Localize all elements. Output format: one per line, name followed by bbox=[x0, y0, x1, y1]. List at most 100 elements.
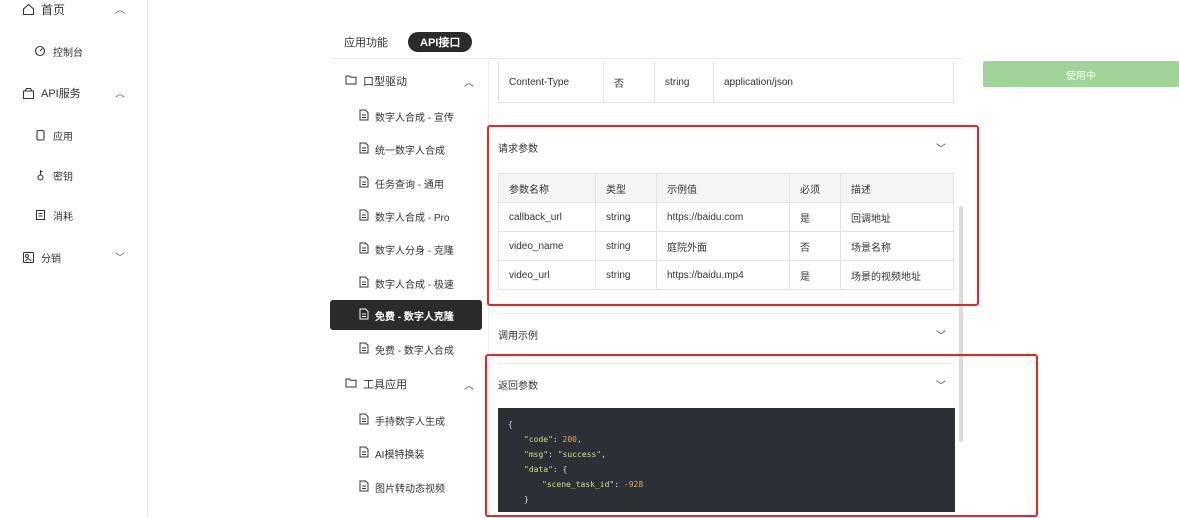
code-line: "code": 200, bbox=[524, 435, 582, 444]
nav-item-label: 数字人合成 - 宣传 bbox=[375, 112, 454, 124]
sidebar-item-label: 密钥 bbox=[53, 171, 73, 183]
nav-item-ai-outfit[interactable]: AI模特换装 bbox=[330, 438, 488, 468]
nav-item-free-clone[interactable]: 免费 - 数字人克隆 bbox=[330, 300, 482, 330]
column-header: 类型 bbox=[595, 173, 657, 203]
nav-group-tools[interactable]: 工具应用 ︿ bbox=[330, 371, 488, 397]
table-cell: video_url bbox=[498, 260, 596, 290]
document-icon bbox=[359, 446, 369, 461]
nav-item-label: 数字人合成 - 极速 bbox=[375, 279, 454, 291]
document-icon bbox=[359, 142, 369, 157]
nav-item-label: 统一数字人合成 bbox=[375, 145, 445, 157]
sidebar-item-key[interactable]: 密钥 bbox=[0, 163, 147, 187]
nav-item-image-to-video[interactable]: 图片转动态视频 bbox=[330, 472, 488, 502]
tab-app-functions[interactable]: 应用功能 bbox=[330, 32, 400, 52]
document-icon bbox=[359, 176, 369, 191]
document-icon bbox=[359, 209, 369, 224]
sidebar-item-api-service[interactable]: API服务 ︿ bbox=[0, 81, 147, 105]
sidebar-item-label: 应用 bbox=[53, 131, 73, 143]
header-params-table: Content-Type 否 string application/json bbox=[498, 62, 954, 103]
chevron-down-icon[interactable]: ﹀ bbox=[936, 140, 946, 155]
table-cell-link[interactable]: https://baidu.mp4 bbox=[656, 260, 790, 290]
tab-api[interactable]: API接口 bbox=[408, 32, 473, 52]
nav-item-promo-synthesis[interactable]: 数字人合成 - 宣传 bbox=[330, 101, 488, 131]
sidebar-item-label: API服务 bbox=[41, 88, 81, 100]
code-line: "data": { bbox=[524, 465, 568, 474]
document-icon bbox=[359, 480, 369, 495]
table-cell: video_name bbox=[498, 231, 596, 261]
table-cell: string bbox=[595, 202, 657, 232]
table-cell: application/json bbox=[713, 62, 954, 103]
code-line: { bbox=[508, 420, 513, 429]
nav-item-label: 数字人合成 - Pro bbox=[375, 212, 450, 224]
table-cell: 是 bbox=[789, 202, 841, 232]
document-icon bbox=[359, 242, 369, 257]
nav-item-label: 免费 - 数字人合成 bbox=[375, 345, 454, 357]
api-doc-content: Content-Type 否 string application/json 请… bbox=[490, 62, 962, 518]
divider bbox=[330, 58, 962, 59]
sidebar-item-distribution[interactable]: 分销 ﹀ bbox=[0, 245, 147, 269]
document-icon bbox=[359, 342, 369, 357]
response-code-block: { "code": 200, "msg": "success", "data":… bbox=[498, 408, 955, 512]
document-icon bbox=[359, 109, 369, 124]
table-row: video_name string 庭院外面 否 场景名称 bbox=[498, 231, 954, 261]
folder-icon bbox=[345, 74, 357, 88]
chevron-up-icon[interactable]: ︿ bbox=[115, 85, 125, 100]
sidebar-item-label: 首页 bbox=[41, 2, 66, 17]
section-call-example[interactable]: 调用示例 ﹀ bbox=[498, 313, 954, 354]
request-params-table: 参数名称 类型 示例值 必须 描述 callback_url string ht… bbox=[498, 173, 954, 290]
sidebar-item-dashboard[interactable]: 控制台 bbox=[0, 39, 147, 63]
table-cell: 场景名称 bbox=[840, 231, 954, 261]
nav-item-synthesis-pro[interactable]: 数字人合成 - Pro bbox=[330, 201, 488, 231]
app-icon bbox=[33, 128, 47, 142]
nav-group-label: 工具应用 bbox=[363, 379, 407, 391]
in-use-button[interactable]: 使用中 bbox=[983, 61, 1179, 87]
nav-item-handheld-avatar[interactable]: 手持数字人生成 bbox=[330, 405, 488, 435]
table-cell: 场景的视频地址 bbox=[840, 260, 954, 290]
table-cell-link[interactable]: https://baidu.com bbox=[656, 202, 790, 232]
column-header: 描述 bbox=[840, 173, 954, 203]
home-icon bbox=[21, 2, 35, 16]
nav-item-avatar-clone[interactable]: 数字人分身 - 克隆 bbox=[330, 234, 488, 264]
chevron-up-icon[interactable]: ︿ bbox=[115, 1, 125, 16]
box-icon bbox=[21, 86, 35, 100]
nav-item-label: 手持数字人生成 bbox=[375, 416, 445, 428]
table-row: video_url string https://baidu.mp4 是 场景的… bbox=[498, 260, 954, 290]
table-cell: Content-Type bbox=[498, 62, 604, 103]
content-scrollbar[interactable] bbox=[959, 206, 963, 442]
sidebar-item-label: 消耗 bbox=[53, 211, 73, 223]
table-header-row: 参数名称 类型 示例值 必须 描述 bbox=[498, 173, 954, 203]
nav-item-fast-synthesis[interactable]: 数字人合成 - 极速 bbox=[330, 268, 488, 298]
chevron-down-icon[interactable]: ﹀ bbox=[936, 377, 946, 392]
nav-item-unified-synthesis[interactable]: 统一数字人合成 bbox=[330, 134, 488, 164]
nav-item-label: 免费 - 数字人克隆 bbox=[375, 311, 454, 323]
sidebar-item-consumption[interactable]: 消耗 bbox=[0, 203, 147, 227]
sidebar-item-label: 分销 bbox=[41, 253, 61, 265]
table-row: Content-Type 否 string application/json bbox=[498, 62, 954, 103]
table-cell: string bbox=[654, 62, 714, 103]
section-title: 请求参数 bbox=[498, 143, 538, 155]
table-cell: 庭院外面 bbox=[656, 231, 790, 261]
nav-item-task-query[interactable]: 任务查询 - 通用 bbox=[330, 168, 488, 198]
section-request-params[interactable]: 请求参数 ﹀ bbox=[498, 127, 954, 167]
section-return-params[interactable]: 返回参数 ﹀ bbox=[498, 363, 954, 404]
nav-group-label: 口型驱动 bbox=[363, 76, 407, 88]
sidebar-item-home[interactable]: 首页 ︿ bbox=[0, 0, 147, 21]
code-line: } bbox=[524, 495, 529, 504]
left-sidebar: 首页 ︿ 控制台 API服务 ︿ 应用 密钥 消耗 分销 ﹀ bbox=[0, 0, 148, 518]
table-cell: 否 bbox=[603, 62, 655, 103]
table-cell: 否 bbox=[789, 231, 841, 261]
nav-group-lip-sync[interactable]: 口型驱动 ︿ bbox=[330, 68, 488, 94]
document-icon bbox=[359, 308, 369, 323]
chevron-up-icon[interactable]: ︿ bbox=[464, 377, 474, 392]
chevron-down-icon[interactable]: ﹀ bbox=[115, 249, 125, 264]
nav-item-label: AI模特换装 bbox=[375, 449, 425, 461]
sidebar-item-label: 控制台 bbox=[53, 47, 83, 59]
share-icon bbox=[21, 250, 35, 264]
code-line: "msg": "success", bbox=[524, 450, 606, 459]
column-header: 必须 bbox=[789, 173, 841, 203]
chevron-up-icon[interactable]: ︿ bbox=[464, 74, 474, 89]
dashboard-icon bbox=[33, 44, 47, 58]
sidebar-item-app[interactable]: 应用 bbox=[0, 123, 147, 147]
nav-item-free-synthesis[interactable]: 免费 - 数字人合成 bbox=[330, 334, 488, 364]
chevron-down-icon[interactable]: ﹀ bbox=[936, 327, 946, 342]
